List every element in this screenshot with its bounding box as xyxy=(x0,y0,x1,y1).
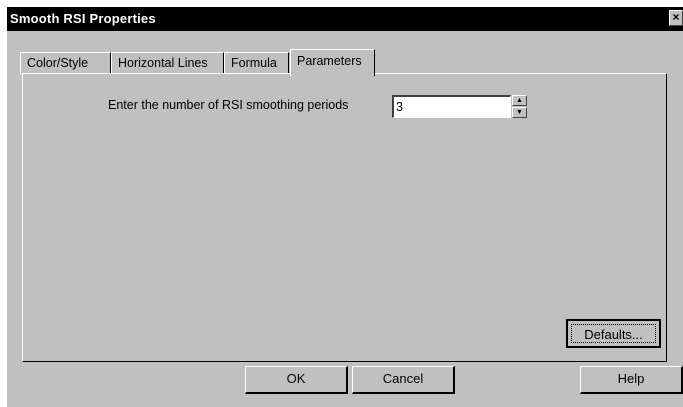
smoothing-periods-input[interactable] xyxy=(392,95,511,118)
parameters-panel: Enter the number of RSI smoothing period… xyxy=(22,73,667,362)
spin-up-icon: ▲ xyxy=(516,97,523,104)
spin-up-button[interactable]: ▲ xyxy=(512,95,527,106)
spin-down-icon: ▼ xyxy=(516,109,523,116)
dialog-title: Smooth RSI Properties xyxy=(10,11,156,26)
defaults-button[interactable]: Defaults... xyxy=(566,319,661,348)
tab-parameters[interactable]: Parameters xyxy=(290,49,375,76)
tab-formula[interactable]: Formula xyxy=(224,52,289,75)
close-icon: × xyxy=(672,10,680,24)
title-bar[interactable]: Smooth RSI Properties × xyxy=(7,7,683,31)
smoothing-periods-label: Enter the number of RSI smoothing period… xyxy=(108,98,349,112)
ok-button[interactable]: OK xyxy=(245,366,348,394)
spin-down-button[interactable]: ▼ xyxy=(512,107,527,118)
defaults-button-label: Defaults... xyxy=(571,324,656,343)
properties-dialog: Smooth RSI Properties × Color/Style Hori… xyxy=(7,7,683,407)
smoothing-periods-spinner: ▲ ▼ xyxy=(512,95,527,118)
tab-color-style[interactable]: Color/Style xyxy=(20,52,111,75)
help-button[interactable]: Help xyxy=(580,366,683,394)
tab-horizontal-lines[interactable]: Horizontal Lines xyxy=(111,52,224,75)
cancel-button[interactable]: Cancel xyxy=(352,366,455,394)
close-button[interactable]: × xyxy=(669,10,683,26)
